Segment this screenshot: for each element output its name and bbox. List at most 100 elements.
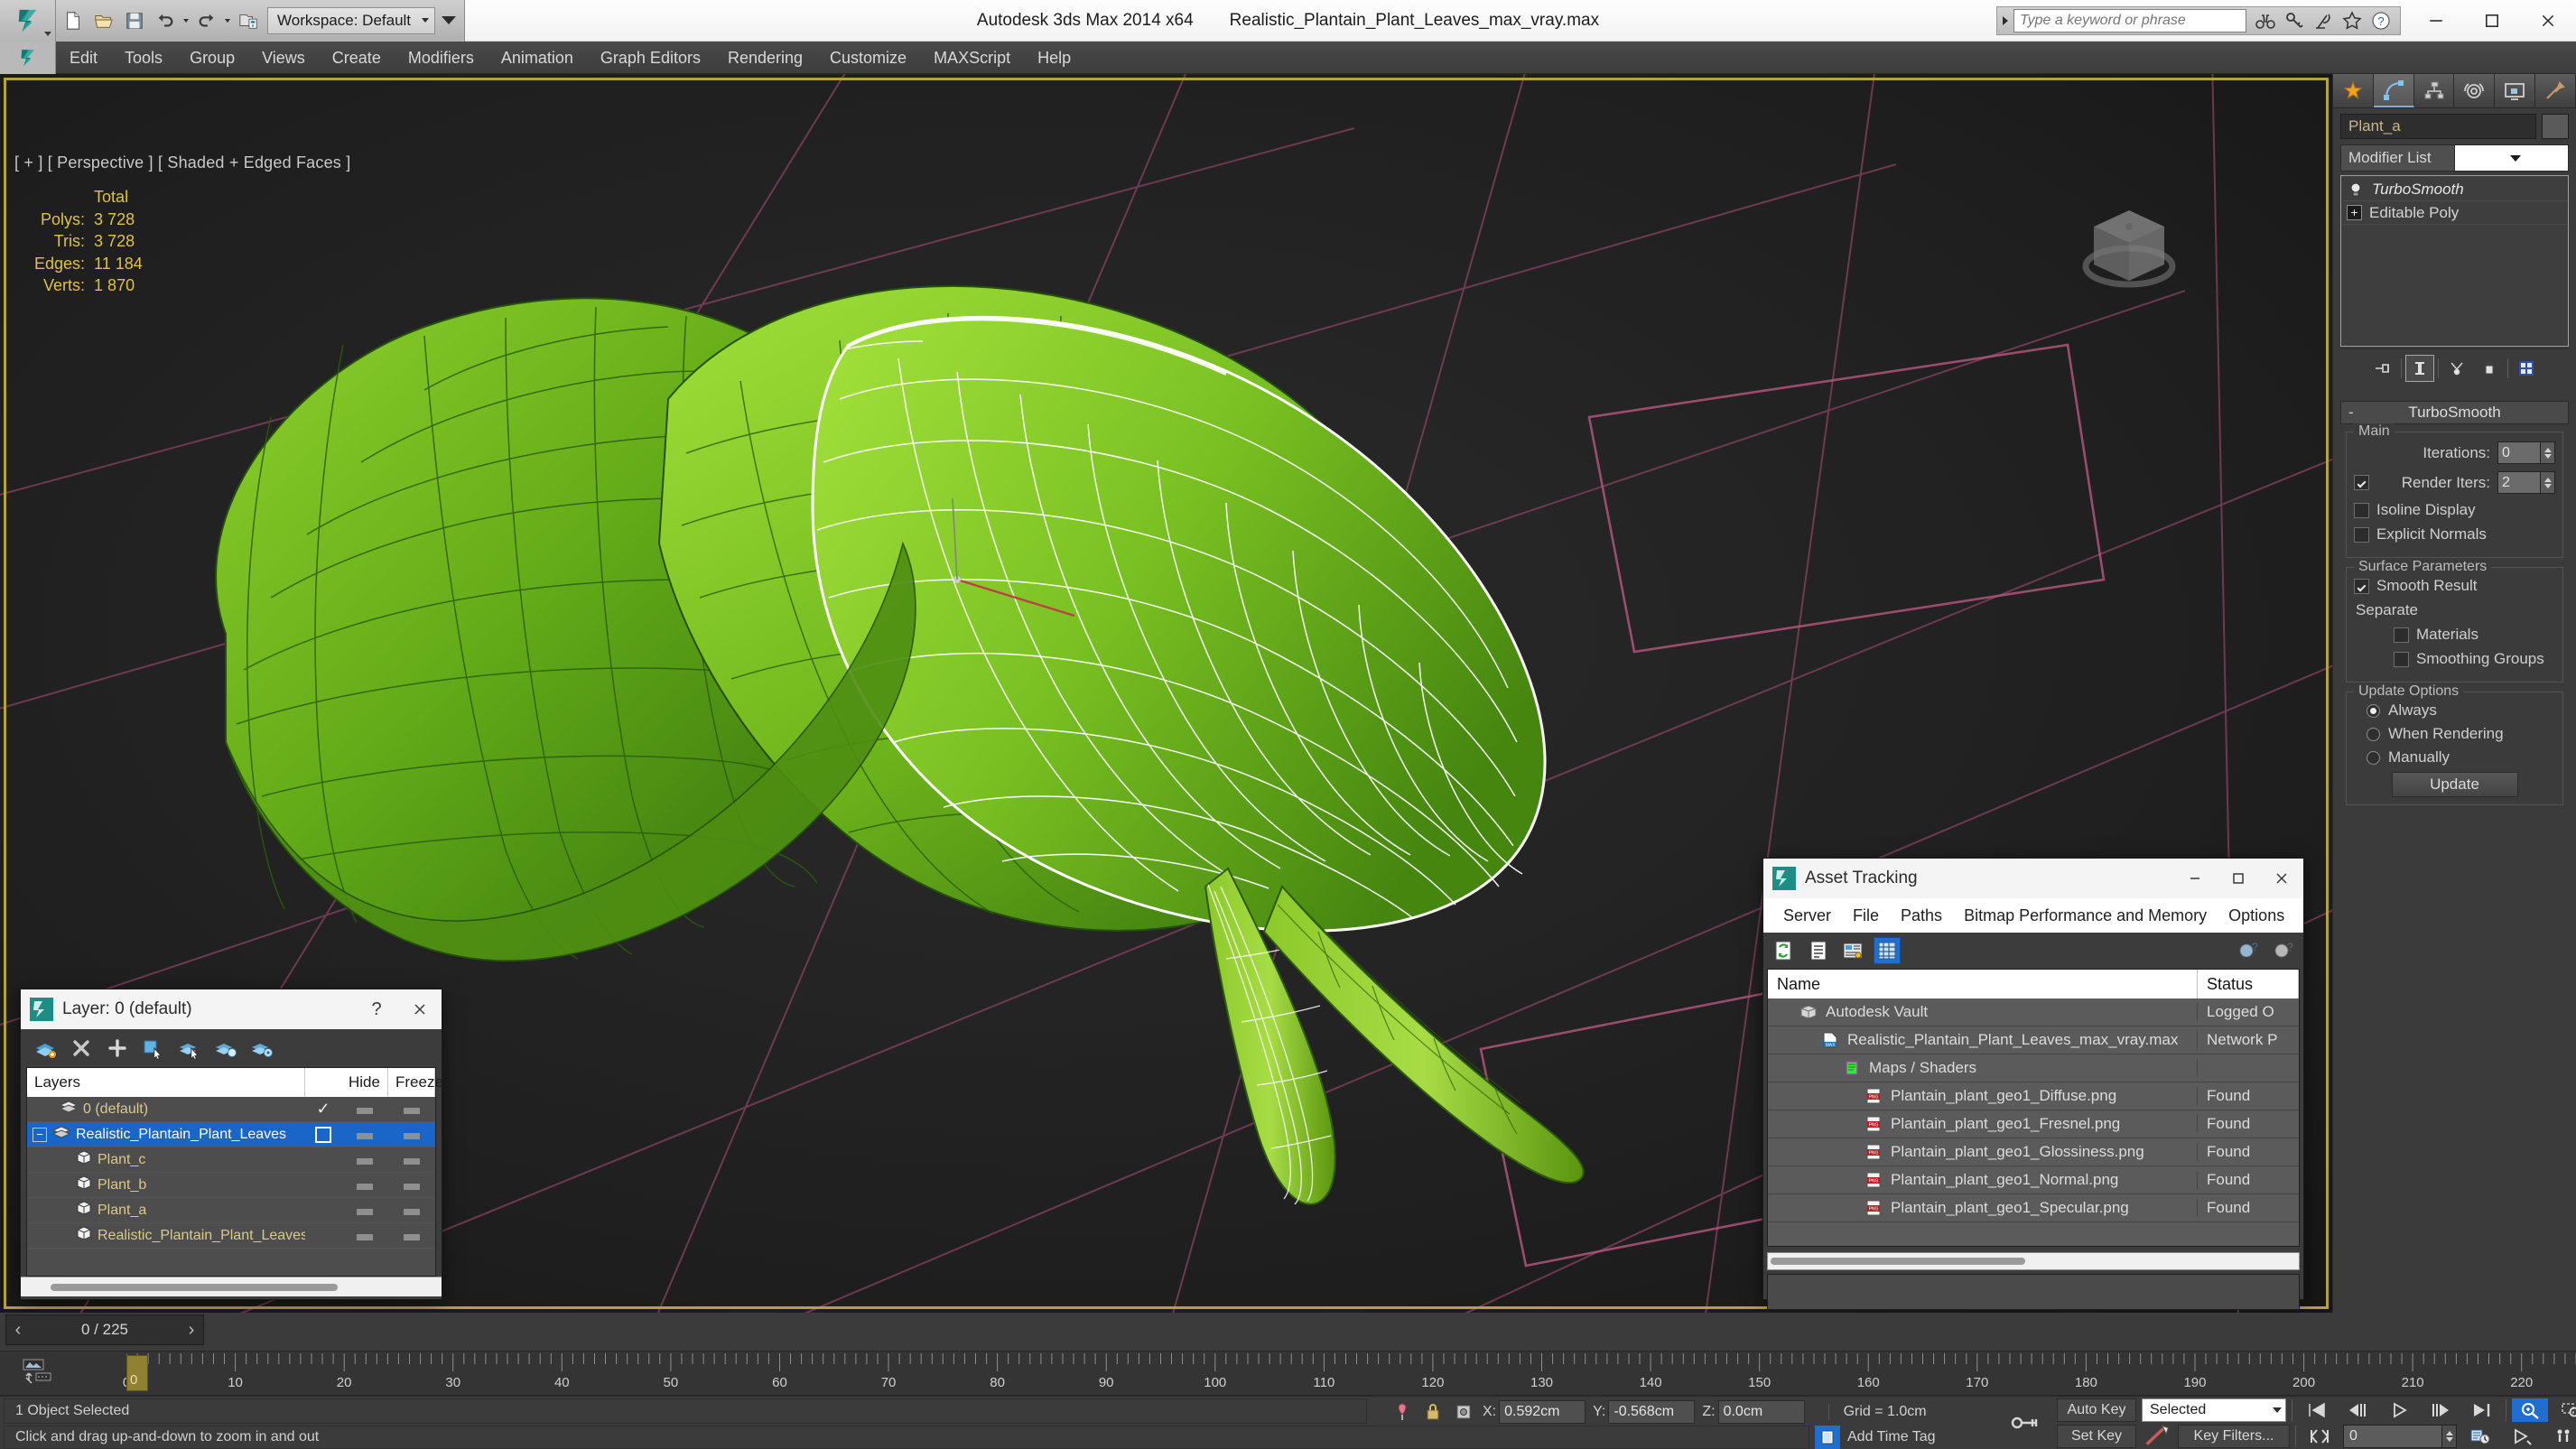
asset-row-fresnel[interactable]: PNG Plantain_plant_geo1_Fresnel.png Foun… xyxy=(1768,1110,2299,1138)
menu-item-help[interactable]: Help xyxy=(1024,42,1084,74)
time-configuration-icon[interactable] xyxy=(2462,1425,2498,1448)
layer-row-plant-a[interactable]: Plant_a xyxy=(27,1198,435,1223)
modifier-list-dropdown[interactable]: Modifier List xyxy=(2340,144,2569,172)
layer-freeze-toggle[interactable] xyxy=(388,1233,435,1238)
layer-row-object-realistic-plantain-plant-leaves[interactable]: Realistic_Plantain_Plant_Leaves xyxy=(27,1223,435,1249)
modify-tab-icon[interactable] xyxy=(2373,74,2414,107)
menu-item-file[interactable]: File xyxy=(1842,898,1890,933)
layer-current-check-icon[interactable]: ✓ xyxy=(305,1100,341,1119)
iterations-spinner-arrows[interactable] xyxy=(2541,441,2555,464)
menu-item-edit[interactable]: Edit xyxy=(56,42,111,74)
play-icon[interactable] xyxy=(2381,1398,2417,1422)
modifier-stack[interactable]: TurboSmooth + Editable Poly xyxy=(2340,175,2569,347)
display-tab-icon[interactable] xyxy=(2495,74,2536,107)
key-icon[interactable] xyxy=(2281,7,2308,34)
update-always-radio[interactable] xyxy=(2367,703,2380,718)
current-frame-field[interactable]: 0 xyxy=(2343,1424,2457,1448)
coord-y[interactable]: Y: -0.568cm xyxy=(1593,1400,1696,1424)
zoom-icon[interactable] xyxy=(2512,1398,2548,1422)
search-expand-icon[interactable] xyxy=(1997,7,2013,34)
go-to-start-icon[interactable] xyxy=(2298,1398,2334,1422)
absolute-relative-icon[interactable] xyxy=(1452,1400,1475,1424)
minimize-icon[interactable] xyxy=(2408,0,2464,42)
viewport-label[interactable]: [ + ] [ Perspective ] [ Shaded + Edged F… xyxy=(14,153,350,172)
select-highlighted-icon[interactable] xyxy=(176,1035,203,1062)
workspace-selector[interactable]: Workspace: Default xyxy=(267,6,435,34)
key-mode-nav-icon[interactable] xyxy=(2302,1425,2338,1448)
asset-tracking-minimize-icon[interactable] xyxy=(2173,859,2217,898)
layer-dialog-close-button[interactable] xyxy=(398,989,442,1029)
separate-materials-checkbox[interactable] xyxy=(2394,627,2409,643)
menu-item-tools[interactable]: Tools xyxy=(111,42,176,74)
configure-sets-icon[interactable] xyxy=(2512,355,2541,382)
update-manually-radio[interactable] xyxy=(2367,750,2380,765)
object-name-field[interactable]: Plant_a xyxy=(2340,114,2536,139)
layer-current-toggle[interactable] xyxy=(305,1126,341,1143)
menu-item-bitmap-performance[interactable]: Bitmap Performance and Memory xyxy=(1953,898,2218,933)
set-key-filters-icon[interactable] xyxy=(2142,1425,2172,1448)
layer-hide-toggle[interactable] xyxy=(341,1107,388,1111)
coord-z[interactable]: Z: 0.0cm xyxy=(1702,1400,1805,1424)
layer-hide-toggle[interactable] xyxy=(341,1157,388,1162)
asset-horizontal-scrollbar[interactable] xyxy=(1767,1252,2300,1270)
save-icon[interactable] xyxy=(119,3,150,39)
time-tag-icon[interactable] xyxy=(1815,1426,1840,1449)
rollout-header[interactable]: - TurboSmooth xyxy=(2340,401,2569,424)
update-manually-row[interactable]: Manually xyxy=(2354,748,2555,766)
frame-next-icon[interactable]: › xyxy=(180,1315,203,1344)
restore-icon[interactable] xyxy=(2464,0,2520,42)
iterations-spinner[interactable]: 0 xyxy=(2497,441,2555,464)
detail-view-icon[interactable] xyxy=(1839,937,1866,964)
update-button[interactable]: Update xyxy=(2391,772,2518,797)
menu-item-options[interactable]: Options xyxy=(2218,898,2295,933)
select-objects-icon[interactable] xyxy=(140,1035,167,1062)
asset-row-specular[interactable]: PNG Plantain_plant_geo1_Specular.png Fou… xyxy=(1768,1194,2299,1222)
iterations-value[interactable]: 0 xyxy=(2497,441,2541,464)
update-always-row[interactable]: Always xyxy=(2354,701,2555,720)
layer-dialog-help-button[interactable]: ? xyxy=(355,989,398,1029)
render-iters-value[interactable]: 2 xyxy=(2497,471,2541,494)
track-bar[interactable]: 0102030405060708090100110120130140150160… xyxy=(0,1351,2576,1396)
menu-item-maxscript[interactable]: MAXScript xyxy=(920,42,1024,74)
menu-item-create[interactable]: Create xyxy=(319,42,395,74)
coord-z-value[interactable]: 0.0cm xyxy=(1717,1400,1805,1424)
frame-prev-icon[interactable]: ‹ xyxy=(6,1315,30,1344)
light-bulb-icon[interactable] xyxy=(2347,181,2365,199)
menu-item-customize[interactable]: Customize xyxy=(816,42,920,74)
update-when-rendering-radio[interactable] xyxy=(2367,727,2380,741)
asset-row-max-file[interactable]: MAX Realistic_Plantain_Plant_Leaves_max_… xyxy=(1768,1026,2299,1054)
refresh-icon[interactable] xyxy=(1771,937,1798,964)
isoline-display-checkbox[interactable] xyxy=(2354,502,2369,518)
menu-item-group[interactable]: Group xyxy=(176,42,248,74)
layer-row-plant-c[interactable]: Plant_c xyxy=(27,1147,435,1173)
menu-item-graph-editors[interactable]: Graph Editors xyxy=(587,42,714,74)
explicit-normals-row[interactable]: Explicit Normals xyxy=(2354,525,2555,543)
undo-icon[interactable] xyxy=(150,3,181,39)
redo-icon[interactable] xyxy=(191,3,222,39)
asset-row-autodesk-vault[interactable]: Autodesk Vault Logged O xyxy=(1768,999,2299,1026)
object-color-swatch[interactable] xyxy=(2542,114,2569,139)
close-icon[interactable] xyxy=(2520,0,2576,42)
layer-column-hide[interactable]: Hide xyxy=(341,1068,388,1097)
layer-row-realistic-plantain-plant-leaves[interactable]: − Realistic_Plantain_Plant_Leaves xyxy=(27,1122,435,1147)
layer-list[interactable]: Layers Hide Freeze 0 (default) ✓ − Reali… xyxy=(26,1067,443,1277)
set-key-button[interactable]: Set Key xyxy=(2057,1424,2136,1448)
binoculars-icon[interactable] xyxy=(2252,7,2279,34)
create-new-layer-icon[interactable] xyxy=(32,1035,59,1062)
walkthrough-icon[interactable] xyxy=(2504,1425,2540,1448)
layer-freeze-toggle[interactable] xyxy=(388,1157,435,1162)
rollout-collapse-glyph[interactable]: - xyxy=(2348,404,2354,422)
asset-row-maps-shaders[interactable]: Maps / Shaders xyxy=(1768,1054,2299,1082)
show-end-result-icon[interactable] xyxy=(2405,354,2434,382)
layer-freeze-toggle[interactable] xyxy=(388,1183,435,1187)
layer-column-layers[interactable]: Layers xyxy=(27,1068,305,1097)
satellite-dish-icon[interactable] xyxy=(2310,7,2337,34)
motion-tab-icon[interactable] xyxy=(2454,74,2496,107)
coord-x[interactable]: X: 0.592cm xyxy=(1483,1400,1586,1424)
help-icon[interactable]: ? xyxy=(2269,937,2296,964)
highlight-selected-icon[interactable] xyxy=(212,1035,239,1062)
list-view-icon[interactable] xyxy=(1805,937,1832,964)
smooth-result-checkbox[interactable] xyxy=(2354,578,2369,594)
add-time-tag-row[interactable]: Add Time Tag xyxy=(1815,1426,1936,1449)
isoline-display-row[interactable]: Isoline Display xyxy=(2354,501,2555,519)
